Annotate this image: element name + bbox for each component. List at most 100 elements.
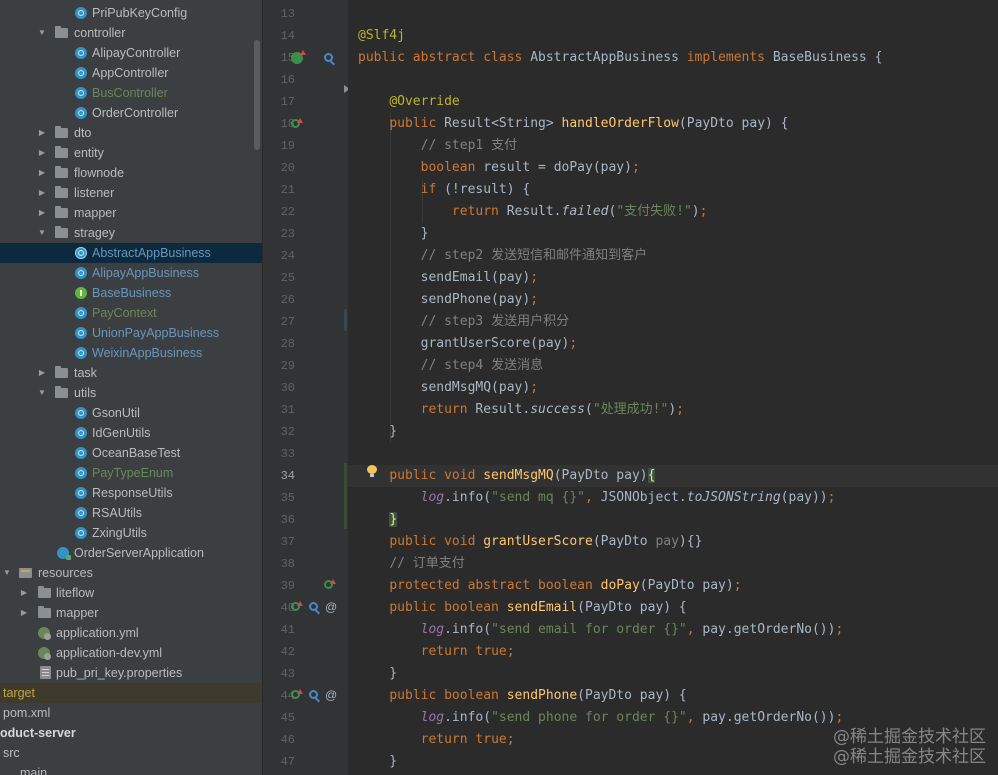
properties-icon: [40, 666, 51, 679]
tree-item-label: RSAUtils: [92, 506, 143, 520]
chevron-right-icon[interactable]: ▶: [37, 163, 47, 183]
tree-item-utils[interactable]: ▼ utils: [0, 383, 262, 403]
code-line: public boolean sendEmail(PayDto pay) {: [389, 600, 687, 615]
chevron-down-icon[interactable]: ▼: [37, 383, 47, 403]
tree-item-unionpayappbusiness[interactable]: UnionPayAppBusiness: [0, 323, 262, 343]
code-line: }: [389, 512, 398, 527]
tree-item-orderserverapplication[interactable]: OrderServerApplication: [0, 543, 262, 563]
chevron-down-icon[interactable]: ▼: [2, 563, 12, 583]
tree-item-label: WeixinAppBusiness: [92, 346, 203, 360]
tree-item-target[interactable]: target: [0, 683, 262, 703]
tree-item-resources[interactable]: ▼ resources: [0, 563, 262, 583]
overridden-method-icon[interactable]: [291, 689, 303, 699]
tree-item-entity[interactable]: ▶ entity: [0, 143, 262, 163]
tree-item-abstractappbusiness[interactable]: AbstractAppBusiness: [0, 243, 262, 263]
tree-item-paycontext[interactable]: PayContext: [0, 303, 262, 323]
tree-item-responseutils[interactable]: ResponseUtils: [0, 483, 262, 503]
find-usages-icon[interactable]: [309, 690, 318, 699]
code-line: sendPhone(pay);: [358, 292, 539, 307]
tree-item-rsautils[interactable]: RSAUtils: [0, 503, 262, 523]
code-line: protected abstract boolean doPay(PayDto …: [389, 578, 742, 593]
tree-item-product-server[interactable]: oduct-server: [0, 723, 262, 743]
line-number: 31: [280, 403, 295, 417]
overrides-method-icon[interactable]: [291, 118, 303, 128]
chevron-right-icon[interactable]: ▶: [37, 123, 47, 143]
tree-item-mapper[interactable]: ▶ mapper: [0, 203, 262, 223]
tree-item-label: IdGenUtils: [92, 426, 151, 440]
code-line: // step3 发送用户积分: [420, 314, 570, 329]
tree-item-pub-pri-key-properties[interactable]: pub_pri_key.properties: [0, 663, 262, 683]
implemented-method-icon[interactable]: [324, 579, 336, 589]
tree-item-label: AbstractAppBusiness: [92, 246, 211, 260]
code-line: log.info("send email for order {}", pay.…: [420, 622, 844, 637]
tree-item-flownode[interactable]: ▶ flownode: [0, 163, 262, 183]
tree-item-liteflow[interactable]: ▶ liteflow: [0, 583, 262, 603]
chevron-right-icon[interactable]: ▶: [19, 583, 29, 603]
tree-item-label: pub_pri_key.properties: [56, 666, 183, 680]
chevron-down-icon[interactable]: ▼: [37, 223, 47, 243]
code-line: // step1 支付: [420, 138, 518, 153]
tree-item-pripubkeyconfig[interactable]: PriPubKeyConfig: [0, 3, 262, 23]
folder-icon: [55, 26, 68, 38]
line-number: 42: [280, 645, 295, 659]
find-usages-icon[interactable]: [324, 53, 333, 62]
change-marker: [344, 309, 347, 331]
tree-item-stragey[interactable]: ▼ stragey: [0, 223, 262, 243]
tree-item-buscontroller[interactable]: BusController: [0, 83, 262, 103]
tree-item-alipayappbusiness[interactable]: AlipayAppBusiness: [0, 263, 262, 283]
tree-item-dto[interactable]: ▶ dto: [0, 123, 262, 143]
annotation-at-icon[interactable]: @: [325, 601, 337, 613]
tree-item-controller[interactable]: ▼ controller: [0, 23, 262, 43]
annotation-at-icon[interactable]: @: [325, 689, 337, 701]
chevron-right-icon[interactable]: ▶: [37, 183, 47, 203]
chevron-right-icon[interactable]: ▶: [37, 363, 47, 383]
line-number: 17: [280, 95, 295, 109]
tree-item-idgenutils[interactable]: IdGenUtils: [0, 423, 262, 443]
tree-item-application-dev-yml[interactable]: application-dev.yml: [0, 643, 262, 663]
tree-item-label: AlipayController: [92, 46, 181, 60]
tree-item-ordercontroller[interactable]: OrderController: [0, 103, 262, 123]
tree-item-basebusiness[interactable]: BaseBusiness: [0, 283, 262, 303]
tree-item-label: utils: [74, 386, 97, 400]
enum-icon: [75, 467, 87, 479]
tree-item-weixinappbusiness[interactable]: WeixinAppBusiness: [0, 343, 262, 363]
chevron-right-icon[interactable]: ▶: [19, 603, 29, 623]
tree-item-label: ResponseUtils: [92, 486, 173, 500]
code-editor[interactable]: @Slf4j public abstract class AbstractApp…: [348, 0, 998, 775]
tree-item-appcontroller[interactable]: AppController: [0, 63, 262, 83]
class-icon: [75, 347, 87, 359]
tree-item-alipaycontroller[interactable]: AlipayController: [0, 43, 262, 63]
line-number: 27: [280, 315, 295, 329]
chevron-right-icon[interactable]: ▶: [37, 143, 47, 163]
tree-item-label: PriPubKeyConfig: [92, 6, 188, 20]
class-icon: [75, 427, 87, 439]
tree-item-oceanbasetest[interactable]: OceanBaseTest: [0, 443, 262, 463]
tree-item-application-yml[interactable]: application.yml: [0, 623, 262, 643]
line-number: 26: [280, 293, 295, 307]
tree-item-listener[interactable]: ▶ listener: [0, 183, 262, 203]
tree-item-zxingutils[interactable]: ZxingUtils: [0, 523, 262, 543]
chevron-right-icon[interactable]: ▶: [37, 203, 47, 223]
tree-item-label: AppController: [92, 66, 169, 80]
folder-icon: [38, 606, 51, 618]
line-number: 44: [280, 689, 295, 703]
tree-item-pom-xml[interactable]: pom.xml: [0, 703, 262, 723]
overridden-method-icon[interactable]: [291, 601, 303, 611]
tree-item-gsonutil[interactable]: GsonUtil: [0, 403, 262, 423]
line-number: 43: [280, 667, 295, 681]
code-line: // step2 发送短信和邮件通知到客户: [420, 248, 648, 263]
chevron-down-icon[interactable]: ▼: [37, 23, 47, 43]
tree-item-paytypeenum[interactable]: PayTypeEnum: [0, 463, 262, 483]
tree-item-main[interactable]: main: [0, 763, 262, 775]
find-usages-icon[interactable]: [309, 602, 318, 611]
tree-item-src[interactable]: src: [0, 743, 262, 763]
folder-icon: [55, 166, 68, 178]
tree-item-mapper-resources[interactable]: ▶ mapper: [0, 603, 262, 623]
code-line: public boolean sendPhone(PayDto pay) {: [389, 688, 687, 703]
project-tree-panel: PriPubKeyConfig ▼ controller AlipayContro…: [0, 0, 262, 775]
lightbulb-icon[interactable]: [366, 465, 378, 477]
implemented-icon[interactable]: [291, 50, 306, 64]
tree-scrollbar[interactable]: [254, 40, 260, 150]
tree-item-task[interactable]: ▶ task: [0, 363, 262, 383]
folder-icon: [55, 206, 68, 218]
